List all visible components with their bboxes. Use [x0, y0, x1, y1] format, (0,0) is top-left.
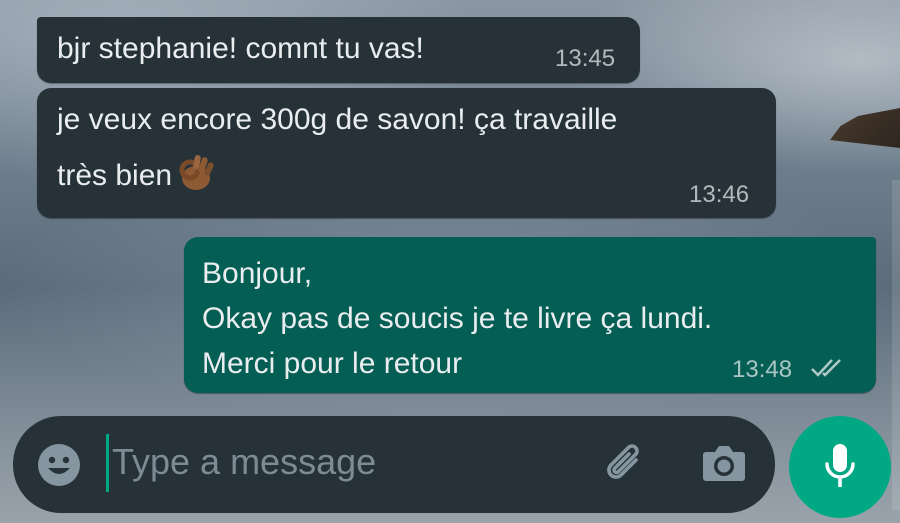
message-timestamp: 13:48 [732, 356, 793, 383]
message-timestamp: 13:46 [689, 181, 750, 208]
message-bubble-incoming[interactable]: je veux encore 300g de savon! ça travail… [37, 88, 776, 218]
ok-hand-emoji [179, 155, 214, 190]
message-text: bjr stephanie! comnt tu vas! [57, 32, 424, 65]
message-text-line: très bien [57, 159, 173, 192]
message-text-line: Bonjour, [202, 257, 313, 290]
double-check-icon [811, 359, 841, 377]
paperclip-icon[interactable] [602, 440, 652, 490]
scrollbar-track[interactable] [892, 180, 900, 510]
message-input-placeholder: Type a message [112, 441, 377, 482]
text-caret [106, 434, 109, 492]
camera-icon[interactable] [700, 440, 748, 486]
voice-message-button[interactable] [789, 416, 891, 518]
message-text-line: je veux encore 300g de savon! ça travail… [57, 103, 618, 136]
message-text-line-wrapper: très bien [57, 153, 777, 197]
emoji-icon[interactable] [36, 442, 82, 488]
message-timestamp: 13:45 [555, 45, 616, 72]
message-bubble-incoming[interactable]: bjr stephanie! comnt tu vas! [37, 17, 640, 83]
microphone-icon [825, 444, 855, 487]
message-text-line: Okay pas de soucis je te livre ça lundi. [202, 302, 713, 335]
